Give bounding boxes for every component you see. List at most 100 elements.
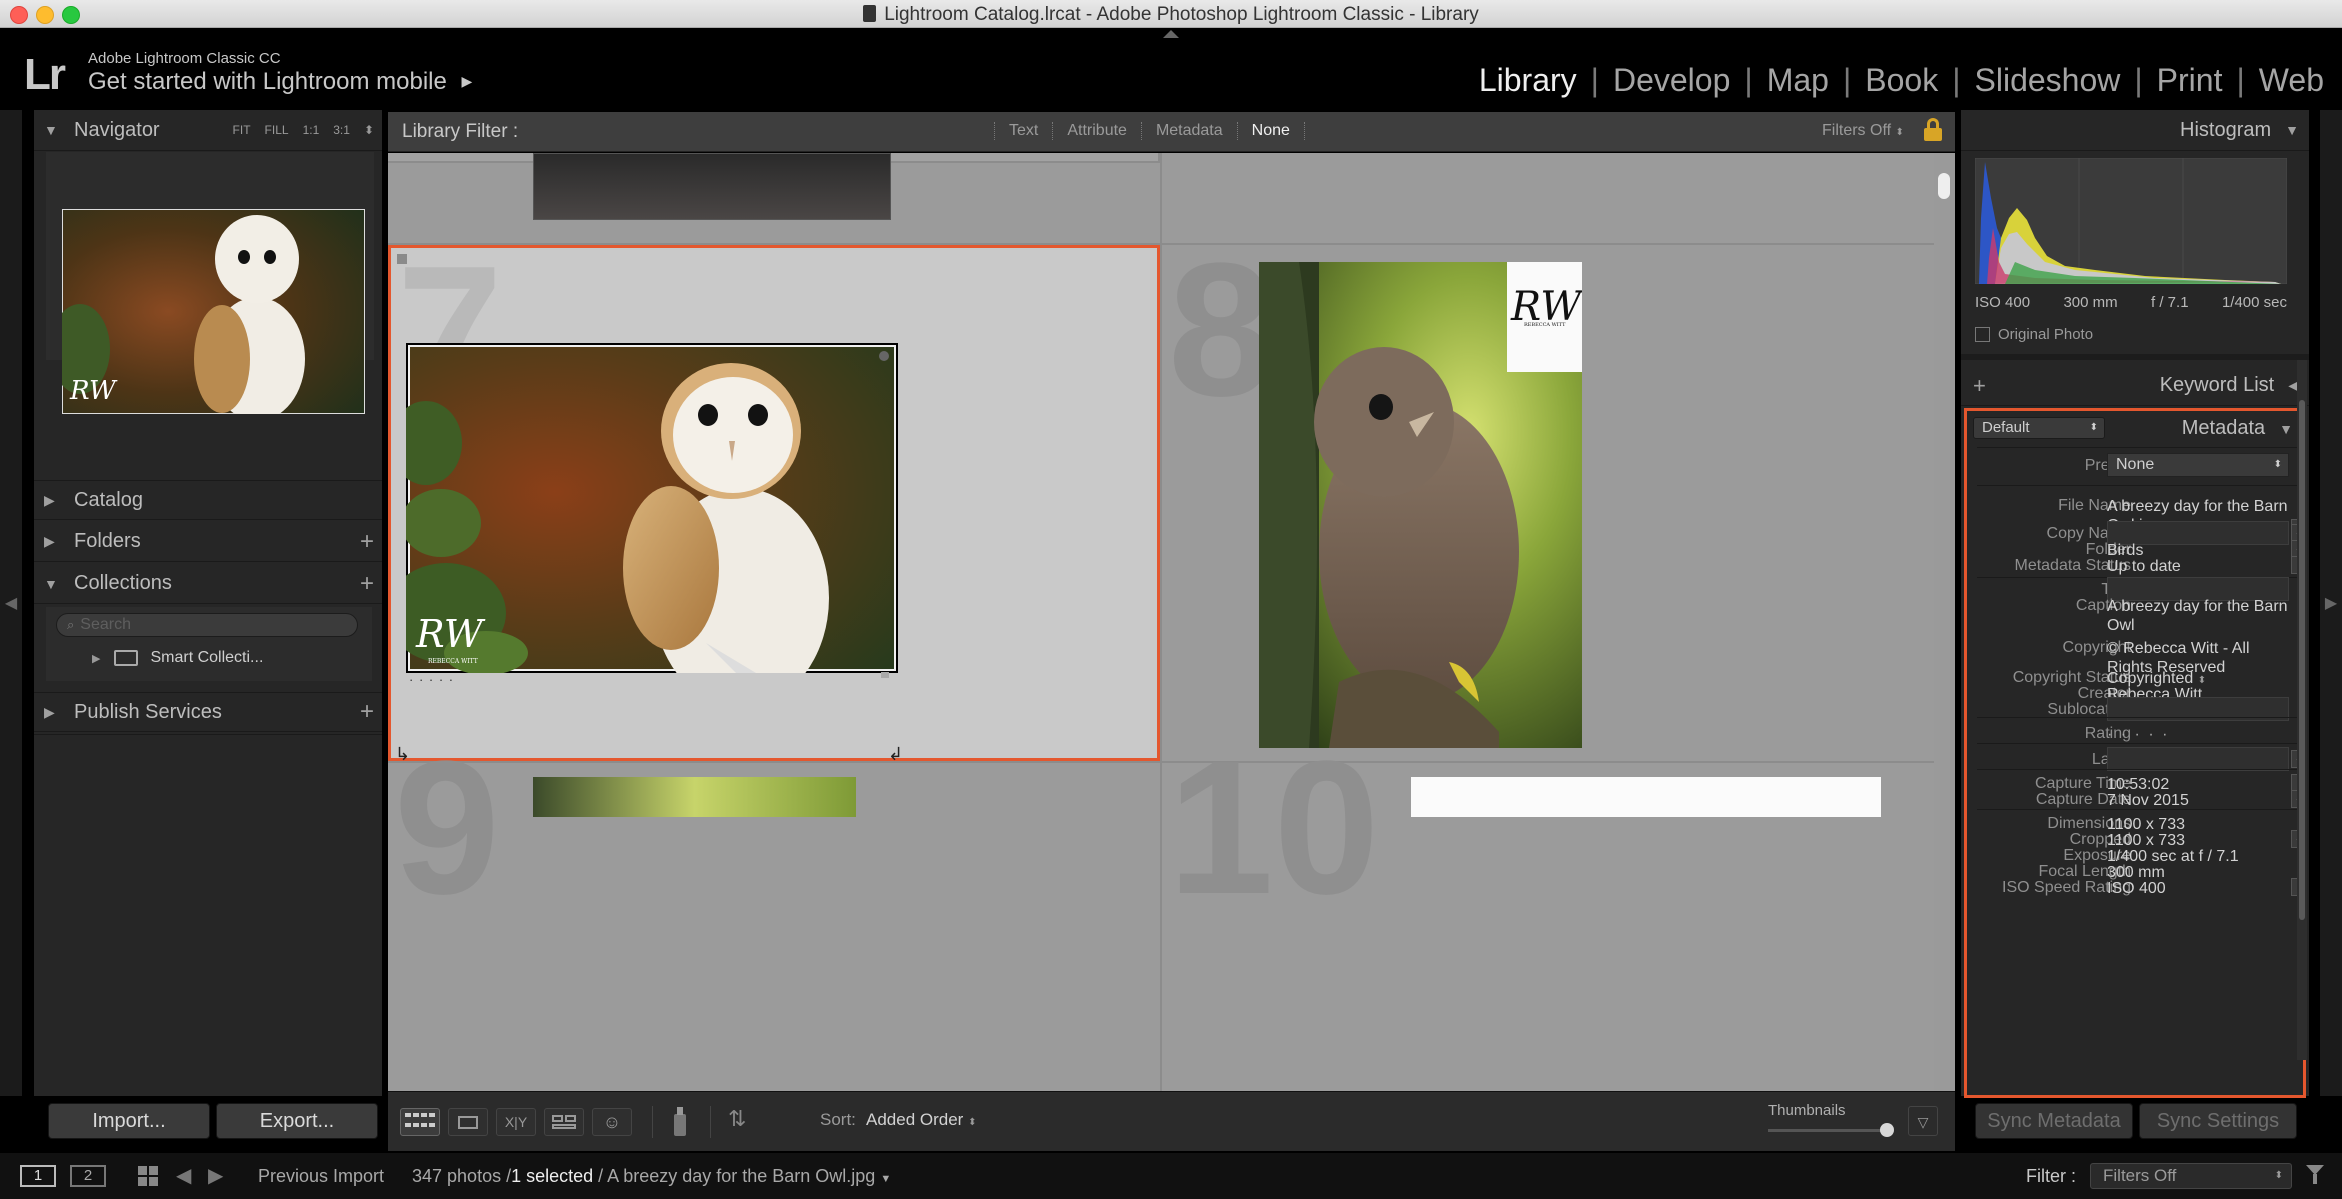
add-folder-icon[interactable]: + [360, 528, 374, 556]
metadata-row-caption: Caption A breezy day for the Barn Owl [1967, 597, 2303, 634]
metadata-preset-row: Preset None⬍ [1967, 453, 2303, 481]
zoom-fill[interactable]: FILL [265, 123, 289, 137]
toolbar-menu-icon[interactable]: ▽ [1908, 1106, 1938, 1136]
window-title-bar: Lightroom Catalog.lrcat - Adobe Photosho… [0, 0, 2342, 28]
right-panel-scrollbar[interactable] [2297, 360, 2307, 1060]
lock-icon[interactable] [1924, 118, 1942, 142]
checkbox[interactable] [1975, 327, 1990, 342]
left-panel-toggle[interactable]: ◀ [0, 110, 22, 1096]
grid-cell-selected[interactable]: 7 RW REBECCA WITT · · · · · ↳ ↲ [388, 238, 1160, 764]
survey-view-icon[interactable] [544, 1108, 584, 1136]
histogram-graph[interactable] [1975, 158, 2287, 284]
selected-count: 1 selected [511, 1166, 594, 1186]
forward-arrow-icon[interactable]: ▶ [208, 1163, 223, 1188]
navigator-header[interactable]: ▼ Navigator FIT FILL 1:1 3:1 ⬍ [34, 110, 382, 151]
collapsed-triangle-icon: ▶ [44, 703, 55, 720]
grid-view-icon[interactable] [400, 1108, 440, 1136]
main-window-button[interactable]: 1 [20, 1165, 56, 1187]
zoom-3-1[interactable]: 3:1 [333, 123, 350, 137]
rating-stars[interactable]: · · · · · [2107, 725, 2289, 744]
back-arrow-icon[interactable]: ◀ [176, 1163, 191, 1188]
add-publish-service-icon[interactable]: + [360, 698, 374, 726]
histogram-header[interactable]: Histogram ▼ [1961, 110, 2309, 151]
collection-search-field[interactable]: ⌕ Search [56, 613, 358, 637]
metadata-preset-value: None [2116, 456, 2155, 473]
collapse-top-panel-icon[interactable] [1163, 30, 1179, 38]
module-book[interactable]: Book [1865, 62, 1938, 99]
tawny-owl-photo[interactable]: RW REBECCA WITT [1259, 262, 1582, 748]
import-button[interactable]: Import... [48, 1103, 210, 1139]
smart-collection-folder-icon [114, 650, 139, 666]
original-photo-toggle[interactable]: Original Photo [1975, 326, 2093, 343]
filter-toggle-icon[interactable] [2304, 1165, 2326, 1187]
module-web[interactable]: Web [2259, 62, 2324, 99]
search-placeholder: Search [80, 616, 131, 633]
publish-services-header[interactable]: ▶ Publish Services + [34, 692, 382, 732]
zoom-stepper-icon[interactable]: ⬍ [364, 123, 374, 137]
mobile-promo-link[interactable]: Get started with Lightroom mobile ▶ [88, 68, 472, 96]
module-print[interactable]: Print [2157, 62, 2223, 99]
metadata-preset-select[interactable]: None ⬍ [2107, 453, 2289, 477]
filter-preset-select[interactable]: Filters Off ⬍ [1822, 122, 1904, 140]
export-button[interactable]: Export... [216, 1103, 378, 1139]
filter-none-tab[interactable]: None [1236, 122, 1305, 140]
thumbnails-size-slider[interactable] [1768, 1123, 1894, 1137]
zoom-1-1[interactable]: 1:1 [303, 123, 320, 137]
smart-collections-item[interactable]: ▶ Smart Collecti... [92, 649, 263, 667]
module-develop[interactable]: Develop [1613, 62, 1730, 99]
sync-settings-button[interactable]: Sync Settings [2139, 1103, 2297, 1139]
next-photo-thumbnail[interactable] [1411, 777, 1881, 817]
label-field[interactable] [2107, 747, 2289, 771]
barn-owl-photo[interactable]: RW REBECCA WITT [406, 343, 898, 673]
exif-aperture: f / 7.1 [2151, 294, 2189, 311]
compare-view-icon[interactable]: X|Y [496, 1108, 536, 1136]
people-view-icon[interactable]: ☺ [592, 1108, 632, 1136]
cell-flag-marker[interactable] [397, 254, 407, 264]
next-photo-thumbnail[interactable] [533, 777, 856, 817]
module-library[interactable]: Library [1479, 62, 1577, 99]
painter-spray-icon[interactable] [670, 1104, 690, 1138]
module-map[interactable]: Map [1767, 62, 1829, 99]
metadata-title: Metadata [2181, 417, 2266, 439]
source-indicator[interactable]: Previous Import [258, 1166, 384, 1187]
sort-direction-icon[interactable]: ⇅ [728, 1106, 746, 1132]
metadata-view-select[interactable]: Default ⬍ [1973, 417, 2105, 439]
sort-order-select[interactable]: Added Order ⬍ [866, 1110, 976, 1130]
filter-metadata-tab[interactable]: Metadata [1140, 122, 1237, 140]
metadata-row-file-name: File NameA breezy day for the Barn Owl.j… [1967, 497, 2303, 537]
module-slideshow[interactable]: Slideshow [1975, 62, 2121, 99]
navigator-thumbnail[interactable]: RW [62, 209, 365, 414]
grid-scrollbar-thumb[interactable] [1938, 173, 1950, 199]
filter-preset-dropdown[interactable]: Filters Off ⬍ [2090, 1163, 2292, 1189]
rw-signature-watermark: RW [415, 612, 486, 656]
secondary-window-button[interactable]: 2 [70, 1165, 106, 1187]
grid-cell[interactable]: 8 RW REBECCA WITT [1162, 235, 1934, 761]
caption-field[interactable]: A breezy day for the Barn Owl [2107, 597, 2289, 635]
metadata-header[interactable]: Metadata ▼ [2182, 417, 2293, 440]
catalog-panel-header[interactable]: ▶ Catalog [34, 480, 382, 520]
right-panel-scrollbar-thumb[interactable] [2299, 400, 2305, 920]
right-panel-toggle[interactable]: ▶ [2320, 110, 2342, 1096]
thumbnail-star-rating[interactable]: · · · · · [409, 672, 454, 687]
zoom-fit[interactable]: FIT [233, 123, 251, 137]
metadata-row-rating: Rating · · · · · [1967, 725, 2303, 749]
previous-photo-thumbnail[interactable] [533, 153, 891, 220]
grid-view-shortcut-icon[interactable] [138, 1166, 158, 1186]
filter-attribute-tab[interactable]: Attribute [1052, 122, 1141, 140]
collections-panel-header[interactable]: ▼ Collections + [34, 564, 382, 604]
navigator-title: Navigator [74, 118, 160, 141]
add-collection-icon[interactable]: + [360, 570, 374, 598]
lightroom-logo: Lr [24, 50, 66, 99]
add-keyword-icon[interactable]: + [1973, 373, 1986, 399]
loupe-view-icon[interactable] [448, 1108, 488, 1136]
selection-info[interactable]: 347 photos /1 selected / A breezy day fo… [412, 1166, 891, 1187]
folders-panel-header[interactable]: ▶ Folders + [34, 522, 382, 562]
grid-scrollbar[interactable] [1934, 153, 1955, 1091]
publish-services-title: Publish Services [74, 700, 222, 723]
sync-metadata-button[interactable]: Sync Metadata [1975, 1103, 2133, 1139]
slider-thumb[interactable] [1880, 1123, 1894, 1137]
window-title: Lightroom Catalog.lrcat - Adobe Photosho… [0, 4, 2342, 26]
thumbnail-color-label[interactable] [881, 672, 889, 678]
filter-text-tab[interactable]: Text [994, 122, 1052, 140]
keyword-list-header[interactable]: + Keyword List ◀ [1961, 366, 2309, 406]
